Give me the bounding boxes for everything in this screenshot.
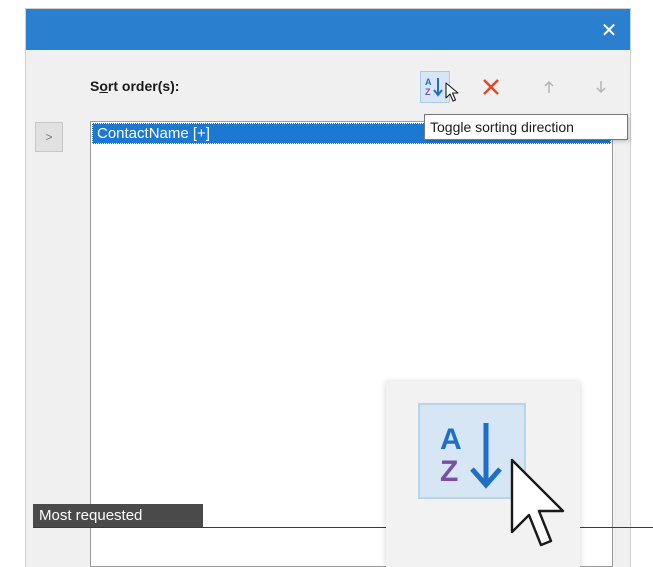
move-up-button[interactable] — [534, 71, 564, 103]
sort-orders-label: Sort order(s): — [90, 78, 180, 94]
add-sort-button[interactable]: > — [35, 122, 63, 152]
az-sort-icon: A Z — [425, 77, 443, 97]
tooltip: Toggle sorting direction — [424, 114, 628, 140]
cursor-pointer-icon — [445, 82, 459, 102]
svg-text:A: A — [425, 77, 432, 87]
cursor-large-icon — [510, 458, 565, 547]
close-button[interactable]: ✕ — [596, 17, 622, 43]
svg-text:A: A — [440, 423, 462, 456]
zoom-callout: A Z — [386, 381, 580, 567]
delete-sort-button[interactable] — [476, 71, 506, 103]
move-down-button[interactable] — [586, 71, 616, 103]
svg-text:Z: Z — [425, 87, 431, 97]
arrow-up-icon — [544, 80, 554, 93]
svg-text:Z: Z — [440, 455, 458, 488]
delete-x-icon — [483, 79, 499, 95]
dialog-titlebar: ✕ — [26, 9, 630, 50]
arrow-down-icon — [596, 81, 606, 94]
most-requested-badge: Most requested — [33, 504, 203, 528]
